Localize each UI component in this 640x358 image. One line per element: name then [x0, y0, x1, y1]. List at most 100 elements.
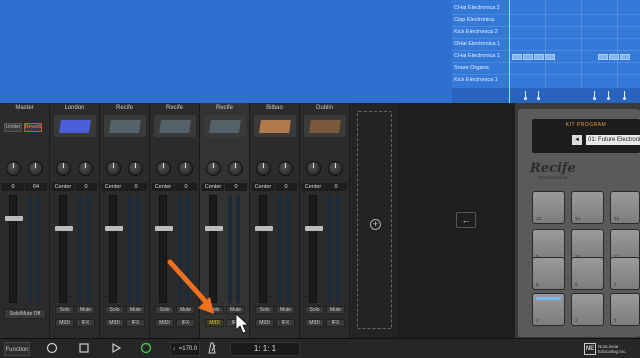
solo-button[interactable]: Solo [205, 306, 224, 314]
back-arrow-icon[interactable]: ← [456, 212, 476, 228]
fader-cap[interactable] [205, 226, 223, 231]
channel-fader[interactable] [255, 195, 273, 303]
track-name[interactable]: Snare Organic [454, 65, 489, 71]
reverb-button[interactable]: Reverb [24, 123, 42, 132]
loop-button[interactable] [138, 342, 154, 356]
drum-pad[interactable]: 7 [610, 257, 640, 290]
ifx-button[interactable]: IFX [326, 319, 345, 327]
channel-fader[interactable] [155, 195, 173, 303]
mute-button[interactable]: Mute [126, 306, 145, 314]
track-name[interactable]: CHat Electronica 2 [454, 5, 500, 11]
instrument-thumbnail[interactable] [104, 115, 146, 137]
midi-button[interactable]: MIDI [155, 319, 174, 327]
mute-button[interactable]: Mute [276, 306, 295, 314]
volume-knob[interactable] [178, 161, 193, 176]
ifx-button[interactable]: IFX [226, 319, 245, 327]
mute-button[interactable]: Mute [226, 306, 245, 314]
channel-fader[interactable] [205, 195, 223, 303]
playhead[interactable] [509, 0, 510, 103]
fader-cap[interactable] [55, 226, 73, 231]
midi-button-active[interactable]: MIDI [205, 319, 224, 327]
drum-pad[interactable]: 3 [610, 293, 640, 326]
midi-button[interactable]: MIDI [55, 319, 74, 327]
mute-button[interactable]: Mute [76, 306, 95, 314]
midi-button[interactable]: MIDI [305, 319, 324, 327]
midi-note[interactable] [545, 54, 555, 60]
play-button[interactable] [108, 342, 124, 356]
channel-fader[interactable] [105, 195, 123, 303]
drum-pad[interactable]: 5 [532, 257, 565, 290]
stop-button[interactable] [76, 342, 92, 356]
volume-knob[interactable] [278, 161, 293, 176]
pan-knob[interactable] [156, 161, 171, 176]
add-icon[interactable]: + [370, 219, 381, 230]
add-instrument-slot[interactable]: + [357, 111, 392, 329]
solo-button[interactable]: Solo [55, 306, 74, 314]
midi-note[interactable] [534, 54, 544, 60]
volume-knob[interactable] [128, 161, 143, 176]
tempo-display[interactable]: ♩=170.0 [170, 342, 200, 356]
pan-knob[interactable] [206, 161, 221, 176]
drum-pad[interactable]: 6 [571, 257, 604, 290]
channel-fader[interactable] [55, 195, 73, 303]
solo-button[interactable]: Solo [155, 306, 174, 314]
track-name[interactable]: Kick Electronica 1 [454, 77, 498, 83]
volume-knob[interactable] [78, 161, 93, 176]
pan-knob[interactable] [306, 161, 321, 176]
volume-knob[interactable] [6, 161, 21, 176]
drum-pad[interactable]: 2 [571, 293, 604, 326]
drum-pad[interactable]: 14 [571, 191, 604, 224]
metronome-button[interactable] [205, 342, 219, 356]
pan-knob[interactable] [256, 161, 271, 176]
reverb-knob[interactable] [28, 161, 43, 176]
channel-fader[interactable] [305, 195, 323, 303]
function-button[interactable]: Function [4, 342, 30, 356]
instrument-thumbnail[interactable] [54, 115, 96, 137]
solo-button[interactable]: Solo [305, 306, 324, 314]
limiter-button[interactable]: Limiter [4, 123, 22, 132]
instrument-thumbnail[interactable] [304, 115, 346, 137]
record-button[interactable] [44, 342, 60, 356]
track-name[interactable]: Clap Electronica [454, 17, 494, 23]
mute-button[interactable]: Mute [176, 306, 195, 314]
midi-note[interactable] [523, 54, 533, 60]
position-display[interactable]: 1: 1: 1 [230, 342, 300, 356]
drum-pad-active[interactable]: 1 [532, 293, 565, 326]
track-name[interactable]: Kick Electronica 2 [454, 29, 498, 35]
fader-cap[interactable] [105, 226, 123, 231]
midi-note[interactable] [598, 54, 608, 60]
pad-number: 5 [536, 282, 539, 287]
solo-button[interactable]: Solo [105, 306, 124, 314]
ifx-button[interactable]: IFX [276, 319, 295, 327]
midi-button[interactable]: MIDI [105, 319, 124, 327]
track-name[interactable]: CHat Electronica 1 [454, 53, 500, 59]
pan-knob[interactable] [106, 161, 121, 176]
master-fader[interactable] [5, 195, 23, 303]
kit-program-selector[interactable]: 01: Future Electronic [586, 135, 640, 145]
midi-note[interactable] [512, 54, 522, 60]
midi-note[interactable] [620, 54, 630, 60]
ifx-button[interactable]: IFX [126, 319, 145, 327]
track-name[interactable]: OHat Electronica 1 [454, 41, 500, 47]
instrument-thumbnail[interactable] [204, 115, 246, 137]
instrument-thumbnail[interactable] [254, 115, 296, 137]
volume-knob[interactable] [228, 161, 243, 176]
fader-cap[interactable] [5, 216, 23, 221]
volume-value: 0 [325, 183, 347, 191]
midi-note[interactable] [609, 54, 619, 60]
volume-knob[interactable] [328, 161, 343, 176]
ifx-button[interactable]: IFX [176, 319, 195, 327]
ifx-button[interactable]: IFX [76, 319, 95, 327]
drum-pad[interactable]: 13 [532, 191, 565, 224]
solo-button[interactable]: Solo [255, 306, 274, 314]
fader-cap[interactable] [305, 226, 323, 231]
pan-knob[interactable] [56, 161, 71, 176]
instrument-thumbnail[interactable] [154, 115, 196, 137]
mute-button[interactable]: Mute [326, 306, 345, 314]
solo-mute-off-button[interactable]: Solo/Mute Off [4, 309, 46, 319]
drum-pad[interactable]: 15 [610, 191, 640, 224]
midi-button[interactable]: MIDI [255, 319, 274, 327]
fader-cap[interactable] [155, 226, 173, 231]
prev-kit-button[interactable]: ◄ [572, 135, 582, 145]
fader-cap[interactable] [255, 226, 273, 231]
